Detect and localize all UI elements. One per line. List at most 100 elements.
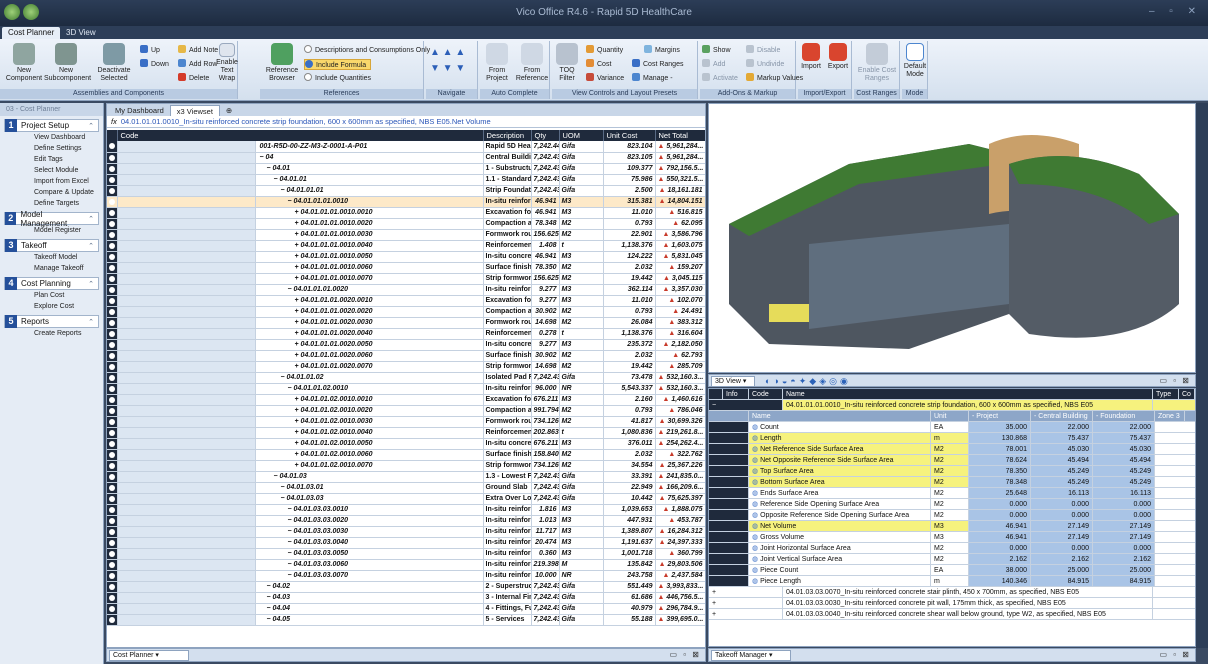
row-bullet-icon[interactable] bbox=[107, 493, 118, 505]
quantity-row[interactable]: ◍ Piece Count EA 38.000 25.000 25.000 bbox=[709, 565, 1195, 576]
cell-qty[interactable]: 7,242.439 bbox=[531, 174, 560, 186]
cell-qty[interactable]: 158.840 bbox=[531, 449, 560, 461]
row-bullet-icon[interactable] bbox=[107, 427, 118, 439]
cell-description[interactable]: Surface finish to in-situ concrete as sp… bbox=[483, 262, 532, 274]
workflow-link[interactable]: Compare & Update bbox=[0, 187, 103, 198]
cell-unit-cost[interactable]: 40.979 bbox=[603, 603, 656, 615]
cell-uom[interactable]: Gifa bbox=[559, 592, 604, 604]
cell-qty[interactable]: 9.277 bbox=[531, 339, 560, 351]
manage-presets-button[interactable]: Manage - bbox=[632, 73, 673, 84]
section-header[interactable]: 3 Takeoff ⌃ bbox=[4, 239, 99, 252]
cell-qty[interactable]: 9.277 bbox=[531, 284, 560, 296]
cell-unit-cost[interactable]: 376.011 bbox=[603, 438, 656, 450]
cell-net-total[interactable]: ▲ 316.604 bbox=[655, 328, 705, 340]
cell-qty[interactable]: 14.698 bbox=[531, 361, 560, 373]
table-row[interactable]: + 04.01.01.01.0020.0040Reinforcement as … bbox=[107, 328, 705, 340]
cell-qty[interactable]: 96.000 bbox=[531, 383, 560, 395]
workflow-link[interactable]: Explore Cost bbox=[0, 301, 103, 312]
cell-uom[interactable]: Gifa bbox=[559, 185, 604, 197]
up-button[interactable]: Up bbox=[140, 45, 160, 56]
table-row[interactable]: − 04.01.03.03.0050In-situ reinforced con… bbox=[107, 548, 705, 560]
variance-toggle[interactable]: Variance bbox=[586, 73, 624, 84]
cell-qty[interactable]: 0.278 bbox=[531, 328, 560, 340]
cell-net-total[interactable]: ▲ 159.207 bbox=[655, 262, 705, 274]
section-header[interactable]: 5 Reports ⌃ bbox=[4, 315, 99, 328]
table-row[interactable]: + 04.01.01.02.0010.0050In-situ concrete,… bbox=[107, 438, 705, 450]
row-bullet-icon[interactable] bbox=[107, 163, 118, 175]
collapse-chevron-icon[interactable]: ⌃ bbox=[88, 122, 94, 130]
cell-net-total[interactable]: ▲ 241,835.0... bbox=[655, 471, 705, 483]
include-formula-option[interactable]: Include Formula bbox=[304, 59, 372, 70]
column-header[interactable]: Net Total bbox=[655, 130, 705, 141]
row-bullet-icon[interactable] bbox=[107, 592, 118, 604]
cell-uom[interactable]: Gifa bbox=[559, 471, 604, 483]
cell-net-total[interactable]: ▲ 3,993,833... bbox=[655, 581, 705, 593]
quantity-row[interactable]: ◍ Joint Vertical Surface Area M2 2.162 2.16… bbox=[709, 554, 1195, 565]
cell-qty[interactable]: 7,242.439 bbox=[531, 163, 560, 175]
cell-net-total[interactable]: ▲ 16,284.312 bbox=[655, 526, 705, 538]
cell-description[interactable]: 5 - Services bbox=[483, 614, 532, 626]
cell-uom[interactable]: M3 bbox=[559, 196, 604, 208]
cell-description[interactable]: Surface finish to in-situ concrete as sp… bbox=[483, 350, 532, 362]
cell-net-total[interactable]: ▲ 30,699.326 bbox=[655, 416, 705, 428]
cell-uom[interactable]: M3 bbox=[559, 438, 604, 450]
row-bullet-icon[interactable] bbox=[107, 383, 118, 395]
cell-qty[interactable]: 78.348 bbox=[531, 218, 560, 230]
tab-x3-viewset[interactable]: x3 Viewset bbox=[169, 105, 220, 116]
cell-qty[interactable]: 0.360 bbox=[531, 548, 560, 560]
cell-uom[interactable]: M2 bbox=[559, 361, 604, 373]
cell-unit-cost[interactable]: 11.010 bbox=[603, 295, 656, 307]
cell-qty[interactable]: 676.211 bbox=[531, 394, 560, 406]
tab-cost-planner[interactable]: Cost Planner bbox=[2, 27, 61, 39]
workflow-link[interactable]: Define Settings bbox=[0, 143, 103, 154]
row-bullet-icon[interactable] bbox=[107, 273, 118, 285]
column-header[interactable]: Qty bbox=[531, 130, 560, 141]
cell-unit-cost[interactable]: 34.554 bbox=[603, 460, 656, 472]
cell-unit-cost[interactable]: 124.222 bbox=[603, 251, 656, 263]
row-bullet-icon[interactable] bbox=[107, 548, 118, 560]
cell-net-total[interactable]: ▲ 219,261.8... bbox=[655, 427, 705, 439]
cell-net-total[interactable]: ▲ 24,397.333 bbox=[655, 537, 705, 549]
side-panel-strip[interactable] bbox=[1196, 103, 1208, 648]
takeoff-item-row[interactable]: +04.01.03.03.0070_In-situ reinforced con… bbox=[709, 587, 1195, 598]
cell-uom[interactable]: M2 bbox=[559, 306, 604, 318]
cell-qty[interactable]: 9.277 bbox=[531, 295, 560, 307]
expand-icon[interactable]: + bbox=[709, 609, 783, 619]
quantity-row[interactable]: ◍ Ends Surface Area M2 25.648 16.113 16.113 bbox=[709, 488, 1195, 499]
cell-net-total[interactable]: ▲ 102.070 bbox=[655, 295, 705, 307]
cell-unit-cost[interactable]: 33.391 bbox=[603, 471, 656, 483]
takeoff-item-row[interactable]: +04.01.03.03.0040_In-situ reinforced con… bbox=[709, 609, 1195, 620]
cell-description[interactable]: In-situ concrete, type C30, as specified… bbox=[483, 251, 532, 263]
cell-unit-cost[interactable]: 362.114 bbox=[603, 284, 656, 296]
section-header[interactable]: 4 Cost Planning ⌃ bbox=[4, 277, 99, 290]
cell-description[interactable]: In-situ reinforced concrete shear wall b… bbox=[483, 526, 532, 538]
cell-qty[interactable]: 1.816 bbox=[531, 504, 560, 516]
table-row[interactable]: + 04.01.01.01.0020.0030Formwork rough fi… bbox=[107, 317, 705, 329]
cell-uom[interactable]: Gifa bbox=[559, 581, 604, 593]
import-button[interactable]: Import bbox=[798, 43, 824, 71]
row-bullet-icon[interactable] bbox=[107, 229, 118, 241]
row-bullet-icon[interactable] bbox=[107, 339, 118, 351]
cell-unit-cost[interactable]: 2.160 bbox=[603, 394, 656, 406]
cell-net-total[interactable]: ▲ 453.787 bbox=[655, 515, 705, 527]
text-wrap-button[interactable]: Enable Text Wrap bbox=[216, 43, 238, 83]
row-bullet-icon[interactable] bbox=[107, 515, 118, 527]
cell-qty[interactable]: 46.941 bbox=[531, 251, 560, 263]
cell-description[interactable]: Reinforcement as specified, NBS E30 bbox=[483, 240, 532, 252]
row-bullet-icon[interactable] bbox=[107, 416, 118, 428]
cell-description[interactable]: Reinforcement as specified, NBS E30 bbox=[483, 427, 532, 439]
cost-toggle[interactable]: Cost bbox=[586, 59, 611, 70]
cell-description[interactable]: 4 - Fittings, Furnishings and Equipment … bbox=[483, 603, 532, 615]
cell-qty[interactable]: 7,242.439 bbox=[531, 482, 560, 494]
row-bullet-icon[interactable] bbox=[107, 141, 118, 153]
table-row[interactable]: − 04.044 - Fittings, Furnishings and Equ… bbox=[107, 603, 705, 615]
cell-uom[interactable]: t bbox=[559, 328, 604, 340]
cell-description[interactable]: Compaction and / or blinding of soil as … bbox=[483, 306, 532, 318]
cell-qty[interactable]: 1.408 bbox=[531, 240, 560, 252]
tab-3d-view[interactable]: 3D View bbox=[60, 27, 102, 39]
cell-qty[interactable]: 202.863 bbox=[531, 427, 560, 439]
section-header[interactable]: 1 Project Setup ⌃ bbox=[4, 119, 99, 132]
add-addon-button[interactable]: Add bbox=[702, 59, 725, 70]
cell-net-total[interactable]: ▲ 786.046 bbox=[655, 405, 705, 417]
cell-description[interactable]: Excavation for foundation system as spec… bbox=[483, 295, 532, 307]
